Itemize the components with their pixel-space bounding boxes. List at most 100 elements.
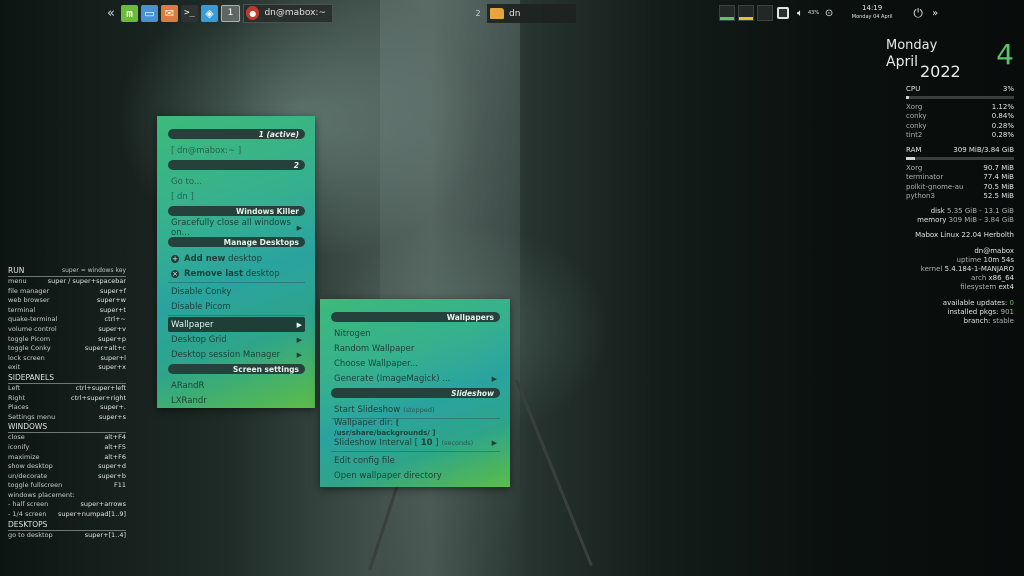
menu-header-manage-desktops: Manage Desktops — [168, 237, 305, 247]
menu-item-dn-window[interactable]: [ dn ] — [168, 189, 305, 204]
process-row: conky 0.28% — [906, 122, 1014, 131]
task-title: dn@mabox:~ — [264, 8, 326, 18]
process-name: conky — [906, 121, 927, 130]
menu-item-add-desktop[interactable]: + Add new desktop — [168, 251, 305, 266]
menu-item-wallpaper[interactable]: Wallpaper ▶ — [168, 317, 305, 332]
menu-item-arandr[interactable]: ARandR — [168, 378, 305, 393]
kernel-label: kernel — [920, 265, 943, 274]
taskbar-item-folder[interactable]: dn — [487, 4, 576, 23]
menu-item-disable-conky[interactable]: Disable Conky — [168, 284, 305, 299]
menu-item-label: Desktop Grid — [171, 334, 227, 345]
keybind-keys: super+b — [98, 471, 126, 480]
menu-item-random-wallpaper[interactable]: Random Wallpaper — [331, 341, 500, 356]
workspace-2-button[interactable]: 2 — [469, 9, 487, 18]
keybind-action: Left — [8, 383, 21, 392]
screenshot-tray-icon[interactable] — [776, 6, 790, 20]
submenu-arrow-icon: ▶ — [296, 335, 302, 344]
power-icon[interactable]: ⏻ — [911, 6, 925, 20]
wallpaper-glow — [380, 0, 520, 576]
keybind-keys: super+t — [99, 305, 126, 314]
terminal-app-icon: ● — [246, 6, 260, 20]
volume-icon[interactable]: 🔈︎ — [793, 6, 807, 20]
updates-value: 0 — [1009, 298, 1014, 307]
terminal-icon[interactable]: >_ — [181, 4, 198, 22]
memory-row: memory 309 MiB - 3.84 GiB — [906, 216, 1014, 225]
calendar-weekday: Monday — [886, 38, 938, 53]
process-name: tint2 — [906, 130, 923, 139]
camera-icon[interactable]: ⊙ — [822, 6, 836, 20]
menu-item-session-manager[interactable]: Desktop session Manager ▶ — [168, 347, 305, 362]
keybind-row: go to desktop super+[1..4] — [8, 531, 126, 541]
process-row: python3 52.5 MiB — [906, 192, 1014, 201]
pkgs-row: installed pkgs: 901 — [906, 308, 1014, 317]
menu-item-lxrandr[interactable]: LXRandr — [168, 393, 305, 408]
branch-label: branch: — [963, 317, 991, 326]
keybind-keys: super+alt+c — [84, 344, 126, 353]
menu-item-generate[interactable]: Generate (ImageMagick) ... ▶ — [331, 371, 500, 386]
process-value: 70.5 MiB — [983, 182, 1014, 191]
process-row: tint2 0.28% — [906, 131, 1014, 140]
disk-label: disk — [930, 207, 945, 216]
menu-item-nitrogen[interactable]: Nitrogen — [331, 326, 500, 341]
process-value: 0.28% — [991, 130, 1014, 139]
file-manager-icon[interactable]: ▭ — [141, 4, 158, 22]
arch-value: x86_64 — [988, 274, 1014, 283]
keybind-row: menu super / super+spacebar — [8, 277, 126, 287]
menu-item-edit-config[interactable]: Edit config file — [331, 453, 500, 468]
menu-header-wallpapers: Wallpapers — [331, 312, 500, 322]
menu-item-terminal-window[interactable]: [ dn@mabox:~ ] — [168, 143, 305, 158]
ram-value: 309 MiB/3.84 GiB — [953, 146, 1014, 155]
collapse-chevron-icon[interactable]: « — [104, 5, 118, 22]
keybind-keys: super+d — [98, 462, 126, 471]
keybind-row: - half screen super+arrows — [8, 500, 126, 510]
menu-item-close-all[interactable]: Gracefully close all windows on... ▶ — [168, 218, 305, 238]
menu-item-label: Wallpaper dir: — [334, 417, 394, 428]
keybind-action: un/decorate — [8, 471, 48, 480]
more-chevron-icon[interactable]: » — [928, 6, 942, 20]
menu-item-choose-wallpaper[interactable]: Choose Wallpaper... — [331, 356, 500, 371]
keybind-keys: ctrl+super+right — [70, 393, 126, 402]
menu-item-remove-desktop[interactable]: × Remove last desktop — [168, 266, 305, 281]
keybind-action: Right — [8, 393, 26, 402]
section-hint: super = windows key — [61, 267, 126, 274]
keybind-action: toggle Picom — [8, 334, 51, 343]
clock[interactable]: 14:19 Monday 04 April — [842, 4, 902, 22]
browser-icon[interactable]: ◈ — [201, 4, 218, 22]
menu-item-disable-picom[interactable]: Disable Picom — [168, 299, 305, 314]
keybind-action: volume control — [8, 324, 57, 333]
memory-label: memory — [917, 216, 947, 225]
keybind-keys: super+s — [98, 412, 126, 421]
menu-item-desktop-grid[interactable]: Desktop Grid ▶ — [168, 332, 305, 347]
keybind-row: close alt+F4 — [8, 433, 126, 443]
keybind-keys: super+. — [100, 403, 126, 412]
menu-item-start-slideshow[interactable]: Start Slideshow (stopped) — [331, 402, 500, 417]
process-value: 0.28% — [991, 121, 1014, 130]
filesystem-row: filesystem ext4 — [906, 283, 1014, 292]
wallpaper-submenu: Wallpapers Nitrogen Random Wallpaper Cho… — [320, 299, 510, 487]
workspace-1-button[interactable]: 1 — [221, 4, 240, 22]
menu-item-goto[interactable]: Go to... — [168, 174, 305, 189]
ram-graph — [738, 5, 754, 21]
keybind-action: toggle Conky — [8, 344, 51, 353]
uptime-value: 10m 54s — [983, 255, 1014, 264]
process-value: 52.5 MiB — [983, 191, 1014, 200]
keybinds-run-list: menu super / super+spacebar file manager su… — [8, 277, 126, 373]
disk-row: disk 5.35 GiB - 13.1 GiB — [906, 207, 1014, 216]
menu-separator — [168, 282, 305, 283]
menu-item-wallpaper-dir[interactable]: Wallpaper dir: [ /usr/share/backgrounds/… — [331, 417, 500, 437]
keybind-keys: super+w — [96, 296, 126, 305]
menu-header-desktop-1: 1 (active) — [168, 129, 305, 139]
menu-launcher-icon[interactable]: m — [121, 4, 138, 22]
mail-icon[interactable]: ✉ — [161, 4, 178, 22]
menu-item-label: Wallpaper — [171, 319, 214, 330]
menu-header-desktop-2: 2 — [168, 160, 305, 170]
keybind-row: volume control super+v — [8, 325, 126, 335]
distro-name: Mabox Linux 22.04 Herbolth — [915, 231, 1014, 240]
menu-item-open-wallpaper-dir[interactable]: Open wallpaper directory — [331, 468, 500, 483]
taskbar-item-terminal[interactable]: ● dn@mabox:~ — [243, 3, 333, 23]
menu-separator — [168, 315, 305, 316]
keybind-row: toggle fullscreen F11 — [8, 481, 126, 491]
menu-item-label: Generate (ImageMagick) ... — [334, 373, 451, 384]
kernel-row: kernel 5.4.184-1-MANJARO — [906, 265, 1014, 274]
section-title: RUN — [8, 266, 25, 275]
